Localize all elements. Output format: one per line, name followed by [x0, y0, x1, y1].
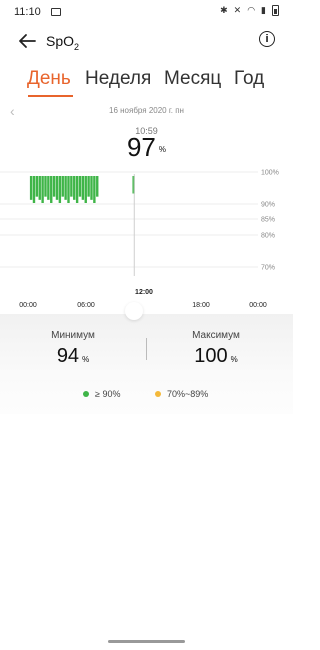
chart-bar — [87, 176, 90, 197]
chart-bar — [61, 176, 64, 197]
min-label: Минимум — [51, 330, 95, 341]
chart-bar — [78, 176, 82, 197]
chart-bar — [73, 176, 76, 200]
tab-year[interactable]: Год — [234, 68, 264, 90]
status-icons: ✱ ✕ ◠ ▮ — [220, 5, 279, 16]
legend-high-label: ≥ 90% — [95, 389, 121, 399]
selected-value: 97% — [126, 132, 167, 162]
x-tick-label: 18:00 — [192, 302, 210, 309]
tab-active-indicator — [28, 95, 73, 97]
back-arrow-icon[interactable] — [16, 30, 38, 52]
image-notification-icon — [51, 8, 61, 16]
chart-bar — [84, 176, 87, 203]
chart-bar — [35, 176, 39, 197]
y-tick-label: 70% — [261, 265, 275, 272]
legend-high: ≥ 90% — [83, 389, 120, 399]
tab-month[interactable]: Месяц — [164, 68, 221, 90]
chart-bar — [96, 176, 99, 197]
info-icon[interactable]: i — [259, 31, 275, 47]
legend-high-dot — [83, 391, 89, 397]
chart-bar — [81, 176, 85, 200]
mute-icon: ✕ — [233, 5, 244, 15]
battery-icon — [272, 5, 279, 16]
x-tick-label: 06:00 — [77, 302, 95, 309]
tab-day[interactable]: День — [27, 68, 71, 90]
chart-bar — [32, 176, 36, 203]
chart-bar — [44, 176, 47, 197]
chart-bar — [47, 176, 50, 200]
drag-handle[interactable] — [125, 302, 143, 320]
legend-mid: 70%~89% — [155, 389, 208, 399]
spo2-chart[interactable]: 100% 90% 85% 80% 70% 00:00 06:00 12:00 18:00 00:0… — [0, 164, 293, 314]
y-tick-label: 85% — [261, 217, 275, 224]
bluetooth-icon: ✱ — [220, 5, 230, 15]
chart-bar — [70, 176, 73, 197]
y-tick-label: 100% — [261, 170, 279, 177]
signal-icon: ▮ — [261, 5, 268, 15]
chart-bar — [50, 176, 53, 203]
page-title: SpO2 — [46, 33, 80, 52]
x-tick-label: 12:00 — [135, 289, 153, 296]
x-tick-label: 00:00 — [249, 302, 267, 309]
wifi-icon: ◠ — [247, 5, 258, 15]
x-tick-label: 00:00 — [19, 302, 37, 309]
chart-bar — [93, 176, 96, 203]
chart-bar — [38, 176, 41, 200]
y-tick-label: 90% — [261, 202, 275, 209]
chart-bar — [55, 176, 59, 200]
max-value: 100% — [194, 345, 238, 367]
chart-bar — [90, 176, 93, 200]
chart-bar — [75, 176, 79, 203]
chart-bar — [64, 176, 67, 200]
chart-bar — [29, 176, 33, 200]
tab-week[interactable]: Неделя — [85, 68, 151, 90]
max-label: Максимум — [192, 330, 240, 341]
chart-bar — [67, 176, 70, 203]
status-time: 11:10 — [14, 6, 41, 18]
chart-bar — [52, 176, 56, 197]
home-indicator[interactable] — [108, 640, 185, 643]
min-value: 94% — [56, 345, 90, 367]
legend-mid-dot — [155, 391, 161, 397]
period-tabs: День Неделя Месяц Год — [0, 68, 293, 98]
legend-mid-label: 70%~89% — [167, 389, 209, 399]
chart-bar — [41, 176, 44, 203]
date-label: 16 ноября 2020 г. пн — [109, 106, 184, 115]
chart-bar — [58, 176, 62, 203]
y-tick-label: 80% — [261, 233, 275, 240]
